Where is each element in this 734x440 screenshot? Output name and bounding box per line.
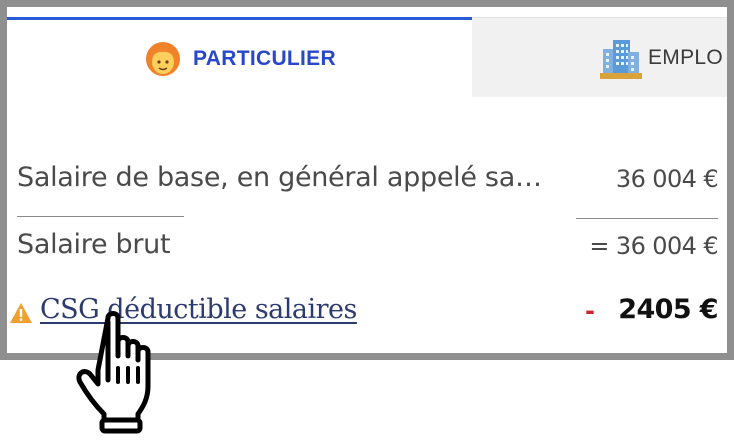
hand-pointer-icon <box>74 310 170 439</box>
csg-amount: 2405 € <box>618 294 718 325</box>
tab-particulier[interactable]: PARTICULIER <box>7 17 472 97</box>
tab-employeur[interactable]: EMPLO <box>472 17 727 97</box>
base-salary-label[interactable]: Salaire de base, en général appelé sa… <box>17 162 542 193</box>
frame-top-border <box>0 0 734 7</box>
frame-left-border <box>0 0 7 360</box>
sum-divider-right <box>576 218 718 219</box>
tab-label: EMPLO <box>648 45 724 69</box>
building-icon <box>600 37 642 79</box>
gross-salary-value: = 36 004 € <box>589 232 718 260</box>
tab-label: PARTICULIER <box>193 46 336 70</box>
base-salary-value[interactable]: 36 004 € <box>616 165 719 193</box>
gross-salary-label: Salaire brut <box>17 229 171 260</box>
sum-divider-left <box>17 216 184 217</box>
person-icon <box>143 39 183 79</box>
minus-sign: - <box>585 297 595 325</box>
warning-icon <box>9 302 33 329</box>
frame-right-border <box>727 0 734 360</box>
